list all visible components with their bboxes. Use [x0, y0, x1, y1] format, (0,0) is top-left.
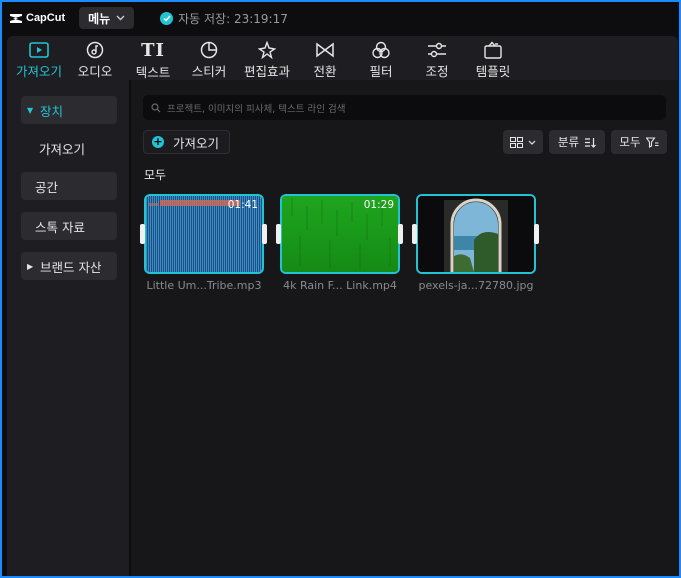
drag-handle-right[interactable]	[398, 224, 403, 244]
arch-window-thumbnail	[418, 196, 534, 272]
adjust-sliders-icon	[427, 40, 447, 59]
capcut-logo-icon	[10, 13, 22, 23]
filter-icon	[371, 40, 391, 59]
tab-template[interactable]: 템플릿	[469, 36, 517, 80]
logo-text: CapCut	[26, 12, 66, 24]
grid-view-icon	[510, 136, 523, 148]
template-icon	[483, 40, 503, 59]
tab-label: 템플릿	[475, 64, 511, 79]
tab-label: 가져오기	[15, 64, 62, 79]
duration-badge: 01:41	[227, 199, 258, 211]
drag-handle-left[interactable]	[412, 224, 417, 244]
media-filename: pexels-ja...72780.jpg	[418, 279, 534, 292]
search-icon	[151, 102, 161, 112]
tab-label: 필터	[369, 64, 393, 79]
transition-icon	[315, 40, 335, 59]
sort-button[interactable]: 분류	[549, 130, 605, 154]
section-heading: 모두	[144, 168, 167, 182]
sticker-icon	[200, 40, 218, 59]
drag-handle-left[interactable]	[276, 224, 281, 244]
app-window: CapCut 메뉴 자동 저장: 23:19:17 가져오기 오디오 TI 텍스…	[2, 2, 679, 576]
filter-label: 모두	[619, 135, 641, 149]
autosave-text: 자동 저장: 23:19:17	[178, 11, 288, 26]
sidebar-item-label: 가져오기	[39, 141, 86, 157]
menu-button[interactable]: 메뉴	[79, 7, 135, 29]
tab-label: 오디오	[77, 64, 113, 79]
tab-label: 스티커	[191, 64, 227, 79]
sidebar-item-device[interactable]: ▼ 장치	[21, 96, 117, 124]
chevron-down-icon	[528, 140, 536, 145]
search-placeholder: 프로젝트, 이미지의 피사체, 텍스트 라인 검색	[167, 103, 346, 115]
duration-badge: 01:29	[363, 199, 394, 211]
tab-label: 조정	[425, 64, 449, 79]
filter-button[interactable]: 모두	[611, 130, 667, 154]
sidebar-item-label: 장치	[40, 103, 64, 119]
check-icon	[160, 11, 174, 25]
sidebar-item-label: 스톡 자료	[35, 219, 85, 235]
tab-effects[interactable]: 편집효과	[239, 36, 295, 80]
text-icon: TI	[141, 39, 165, 61]
tool-tabs: 가져오기 오디오 TI 텍스트 스티커 편집효과 전환 필터 조정 템플릿	[7, 36, 678, 80]
title-bar: CapCut 메뉴 자동 저장: 23:19:17	[2, 2, 679, 34]
music-note-icon	[86, 40, 104, 59]
capcut-logo: CapCut	[9, 12, 65, 24]
view-mode-button[interactable]	[503, 130, 543, 154]
funnel-icon	[645, 136, 659, 148]
autosave-status: 자동 저장: 23:19:17	[160, 10, 288, 27]
media-filename: 4k Rain F... Link.mp4	[283, 279, 397, 292]
import-label: 가져오기	[173, 135, 220, 151]
tab-import[interactable]: 가져오기	[11, 36, 67, 80]
media-item-audio[interactable]: 01:41	[144, 194, 264, 274]
tab-label: 편집효과	[243, 64, 290, 79]
tab-filter[interactable]: 필터	[359, 36, 403, 80]
drag-handle-left[interactable]	[140, 224, 145, 244]
sort-label: 분류	[557, 135, 580, 149]
sidebar-item-label: 공간	[35, 179, 59, 195]
sparkle-icon	[258, 40, 276, 59]
media-panel: 프로젝트, 이미지의 피사체, 텍스트 라인 검색 + 가져오기 분류 모두 모…	[131, 80, 678, 576]
tab-text[interactable]: TI 텍스트	[131, 36, 175, 81]
sidebar-item-brand-assets[interactable]: ▶ 브랜드 자산	[21, 252, 117, 280]
import-button[interactable]: + 가져오기	[143, 130, 230, 154]
tab-transition[interactable]: 전환	[303, 36, 347, 80]
media-play-icon	[29, 40, 49, 59]
media-item-video[interactable]: 01:29	[280, 194, 400, 274]
sidebar-item-space[interactable]: 공간	[21, 172, 117, 200]
tab-label: 전환	[313, 64, 337, 79]
sidebar-item-import[interactable]: 가져오기	[21, 134, 117, 162]
tab-adjust[interactable]: 조정	[415, 36, 459, 80]
sidebar: ▼ 장치 가져오기 공간 스톡 자료 ▶ 브랜드 자산	[7, 80, 130, 576]
sidebar-item-label: 브랜드 자산	[40, 259, 102, 275]
plus-icon: +	[152, 135, 164, 148]
media-filename: Little Um...Tribe.mp3	[146, 279, 262, 292]
drag-handle-right[interactable]	[262, 224, 267, 244]
tab-sticker[interactable]: 스티커	[187, 36, 231, 80]
sort-icon	[585, 137, 597, 148]
tab-label: 텍스트	[135, 65, 171, 80]
tab-audio[interactable]: 오디오	[73, 36, 117, 80]
sidebar-item-stock[interactable]: 스톡 자료	[21, 212, 117, 240]
menu-label: 메뉴	[88, 11, 111, 26]
drag-handle-right[interactable]	[534, 224, 539, 244]
search-input[interactable]: 프로젝트, 이미지의 피사체, 텍스트 라인 검색	[143, 95, 666, 120]
media-item-image[interactable]	[416, 194, 536, 274]
chevron-down-icon	[116, 15, 125, 21]
